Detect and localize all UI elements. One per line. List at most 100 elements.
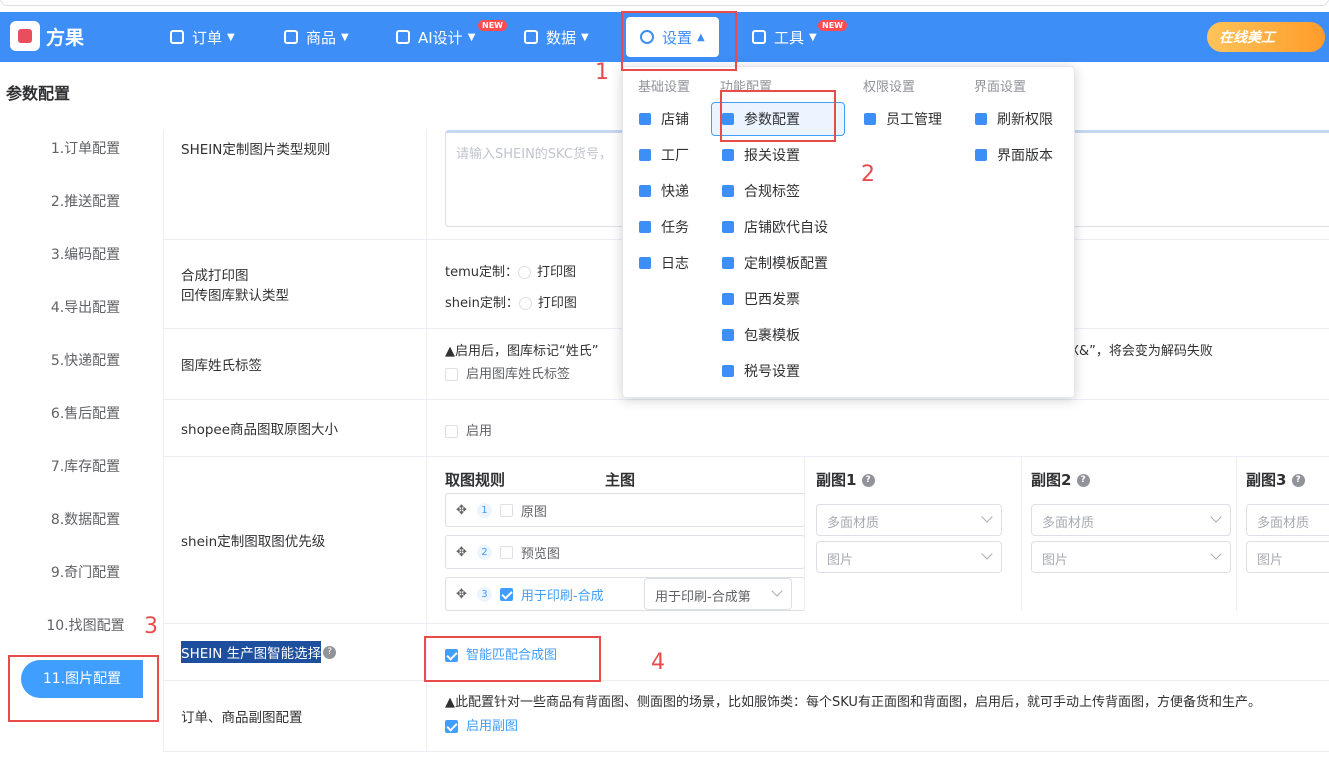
nav-ai-design[interactable]: AI设计 ▼	[396, 12, 475, 62]
logo[interactable]: 方果	[10, 21, 84, 51]
package-icon	[722, 329, 734, 341]
menu-item-compliance[interactable]: 合规标签	[722, 174, 800, 208]
menu-label: 合规标签	[744, 184, 800, 200]
menu-item-log[interactable]: 日志	[639, 246, 689, 280]
material-select[interactable]: 多面材质	[1246, 504, 1329, 536]
image-select[interactable]: 图片	[1246, 541, 1329, 573]
col-header-text: 副图3	[1246, 471, 1287, 489]
chevron-down-icon	[1210, 548, 1222, 560]
log-icon	[639, 257, 651, 269]
col-header: 主图	[605, 471, 636, 489]
menu-item-task[interactable]: 任务	[639, 210, 689, 244]
menu-item-invoice[interactable]: 巴西发票	[722, 282, 800, 316]
drag-item[interactable]: ✥ 1 原图	[445, 493, 805, 527]
checkbox[interactable]	[445, 425, 458, 438]
sidebar-item[interactable]: 2.推送配置	[8, 187, 163, 217]
nav-tools[interactable]: 工具 ▼	[752, 12, 817, 62]
chart-icon	[524, 30, 538, 44]
select-value: 图片	[1042, 553, 1069, 568]
help-icon[interactable]: ?	[1291, 474, 1305, 487]
checkbox[interactable]	[499, 545, 513, 559]
item-label: 原图	[520, 504, 547, 520]
image-select[interactable]: 图片	[1031, 541, 1231, 573]
caret-down-icon: ▼	[581, 31, 589, 43]
row-label: 图库姓氏标签	[164, 329, 427, 399]
chevron-down-icon	[771, 585, 783, 597]
sidebar-item[interactable]: 1.订单配置	[8, 134, 163, 164]
sidebar-item[interactable]: 9.奇门配置	[8, 558, 163, 588]
menu-label: 工厂	[661, 148, 689, 164]
image-select[interactable]: 图片	[816, 541, 1002, 573]
warning-text: ▲此配置针对一些商品有背面图、侧面图的场景，比如服饰类：每个SKU有正面图和背面…	[445, 695, 1261, 710]
label-line: 回传图库默认类型	[181, 288, 289, 304]
help-icon[interactable]: ?	[1076, 474, 1090, 487]
caret-down-icon: ▼	[809, 31, 817, 43]
menu-item-eu-rep[interactable]: 店铺欧代自设	[722, 210, 828, 244]
sidebar-item[interactable]: 4.导出配置	[8, 293, 163, 323]
divider	[804, 457, 805, 611]
drag-handle-icon[interactable]: ✥	[456, 503, 467, 518]
tax-icon	[722, 365, 734, 377]
nav-label: 工具	[774, 28, 805, 47]
nav-products[interactable]: 商品 ▼	[284, 12, 349, 62]
subimage-checkbox[interactable]: 启用副图	[445, 715, 518, 734]
menu-item-package[interactable]: 包裹模板	[722, 318, 800, 352]
menu-label: 快递	[661, 184, 689, 200]
menu-label: 巴西发票	[744, 292, 800, 308]
menu-label: 定制模板配置	[744, 256, 828, 272]
nav-data[interactable]: 数据 ▼	[524, 12, 589, 62]
caret-down-icon: ▼	[341, 31, 349, 43]
menu-item-staff[interactable]: 员工管理	[864, 102, 942, 136]
promo-banner[interactable]: 在线美工	[1207, 22, 1325, 52]
temu-option: temu定制： 打印图	[445, 261, 576, 280]
refresh-icon	[975, 113, 987, 125]
menu-item-template[interactable]: 定制模板配置	[722, 246, 828, 280]
material-select[interactable]: 多面材质	[1031, 504, 1231, 536]
material-select[interactable]: 多面材质	[816, 504, 1002, 536]
row-label: SHEIN定制图片类型规则	[164, 130, 427, 239]
sidebar-item[interactable]: 5.快递配置	[8, 346, 163, 376]
chevron-down-icon	[1210, 511, 1222, 523]
group-header: 基础设置	[638, 80, 691, 95]
select-value: 用于印刷-合成第	[655, 590, 751, 605]
shopee-checkbox[interactable]: 启用	[445, 420, 492, 439]
drag-handle-icon[interactable]: ✥	[456, 545, 467, 560]
annotation-number: 3	[144, 614, 158, 639]
annotation-number: 1	[595, 60, 609, 85]
radio[interactable]	[518, 266, 531, 279]
sidebar-item[interactable]: 6.售后配置	[8, 399, 163, 429]
table-row: 订单、商品副图配置 ▲此配置针对一些商品有背面图、侧面图的场景，比如服饰类：每个…	[163, 681, 1329, 752]
new-badge: NEW	[818, 20, 847, 31]
help-icon[interactable]: ?	[861, 474, 875, 487]
nav-orders[interactable]: 订单 ▼	[170, 12, 235, 62]
checkbox-label: 启用	[466, 424, 493, 439]
surname-checkbox[interactable]: 启用图库姓氏标签	[445, 363, 570, 382]
checkbox-checked[interactable]	[445, 720, 458, 733]
menu-item-tax[interactable]: 税号设置	[722, 354, 800, 388]
print-select[interactable]: 用于印刷-合成第	[644, 578, 792, 610]
nav-label: 数据	[546, 28, 577, 47]
sidebar-item[interactable]: 8.数据配置	[8, 505, 163, 535]
checkbox-checked[interactable]	[499, 587, 513, 601]
menu-item-refresh[interactable]: 刷新权限	[975, 102, 1053, 136]
radio[interactable]	[518, 297, 532, 310]
sidebar-item[interactable]: 3.编码配置	[8, 240, 163, 270]
warning-text: ▲启用后，图库标记“姓氏”	[445, 344, 599, 359]
checkbox[interactable]	[499, 503, 513, 517]
menu-item-express[interactable]: 快递	[639, 174, 689, 208]
menu-item-ui-version[interactable]: 界面版本	[975, 138, 1053, 172]
menu-item-factory[interactable]: 工厂	[639, 138, 689, 172]
address-bar[interactable]	[0, 0, 1329, 6]
menu-item-customs[interactable]: 报关设置	[722, 138, 800, 172]
task-icon	[639, 221, 651, 233]
help-icon[interactable]: ?	[323, 645, 337, 659]
sidebar-item[interactable]: 7.库存配置	[8, 452, 163, 482]
sidebar-item[interactable]: 10.找图配置	[8, 611, 163, 641]
cube-icon	[752, 30, 766, 44]
customs-icon	[722, 149, 734, 161]
checkbox[interactable]	[445, 368, 458, 381]
menu-item-store[interactable]: 店铺	[639, 102, 689, 136]
col-header: 副图1 ?	[816, 469, 875, 490]
drag-handle-icon[interactable]: ✥	[456, 587, 467, 602]
drag-item[interactable]: ✥ 2 预览图	[445, 535, 805, 569]
